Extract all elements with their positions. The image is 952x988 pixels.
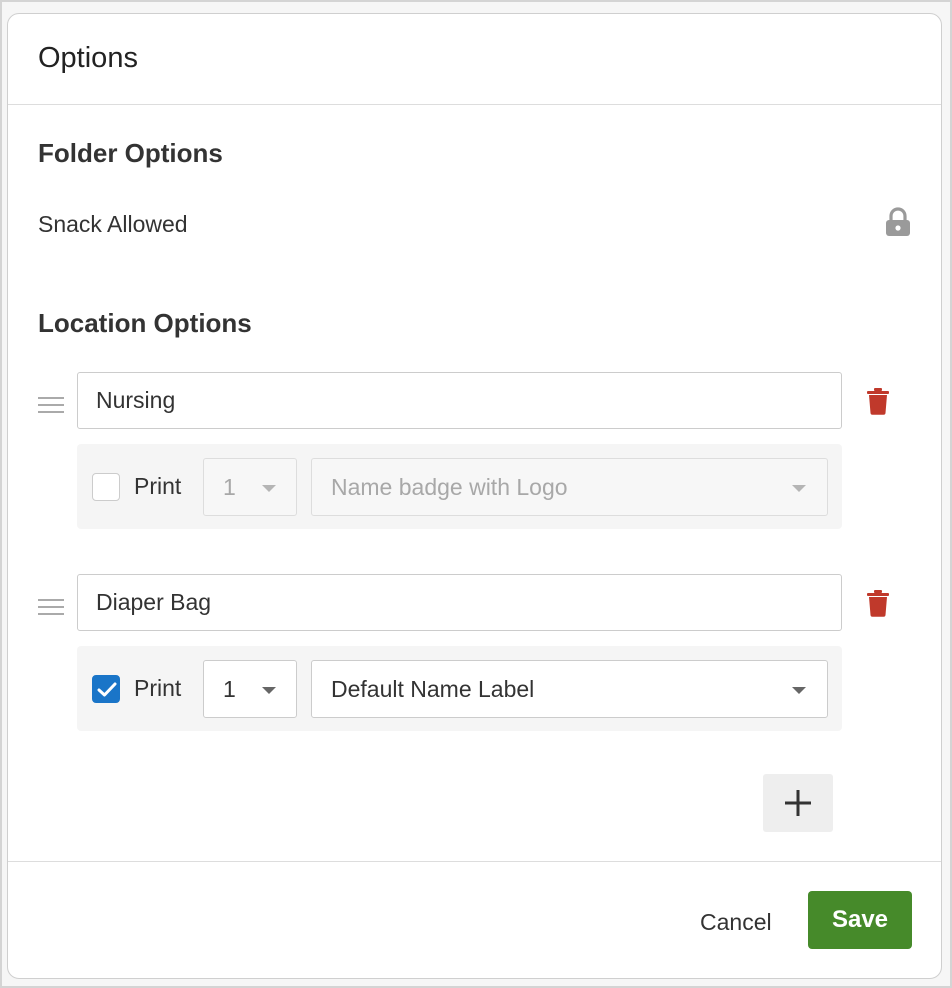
plus-icon [785,790,811,816]
chevron-down-icon [262,485,276,492]
chevron-down-icon [792,687,806,694]
print-settings-panel: Print 1 Default Name Label [77,646,842,731]
chevron-down-icon [792,485,806,492]
label-template-value: Default Name Label [331,676,535,702]
print-settings-panel: Print 1 Name badge with Logo [77,444,842,529]
print-label: Print [134,473,182,499]
folder-options-title: Folder Options [38,138,223,168]
save-button[interactable]: Save [808,891,912,949]
label-template-select[interactable]: Default Name Label [311,660,828,718]
modal-header: Options [8,14,941,105]
quantity-select[interactable]: 1 [203,660,297,718]
options-modal: Options Folder Options Snack Allowed Loc… [7,13,942,979]
label-template-select[interactable]: Name badge with Logo [311,458,828,516]
quantity-select[interactable]: 1 [203,458,297,516]
delete-trash-icon[interactable] [866,589,890,617]
print-label: Print [134,675,182,701]
print-checkbox[interactable] [92,675,120,703]
drag-handle-icon[interactable] [38,395,64,415]
chevron-down-icon [262,687,276,694]
add-location-option-button[interactable] [763,774,833,832]
quantity-value: 1 [223,474,236,500]
modal-footer: Cancel Save [8,861,941,978]
lock-icon [884,207,912,237]
checkmark-icon [97,682,117,697]
drag-handle-icon[interactable] [38,597,64,617]
label-template-value: Name badge with Logo [331,474,568,500]
quantity-value: 1 [223,676,236,702]
delete-trash-icon[interactable] [866,387,890,415]
print-checkbox[interactable] [92,473,120,501]
modal-title: Options [38,42,138,74]
snack-allowed-label: Snack Allowed [38,211,188,237]
location-options-title: Location Options [38,308,252,338]
cancel-button[interactable]: Cancel [692,904,780,940]
location-name-input[interactable] [77,372,842,429]
location-name-input[interactable] [77,574,842,631]
